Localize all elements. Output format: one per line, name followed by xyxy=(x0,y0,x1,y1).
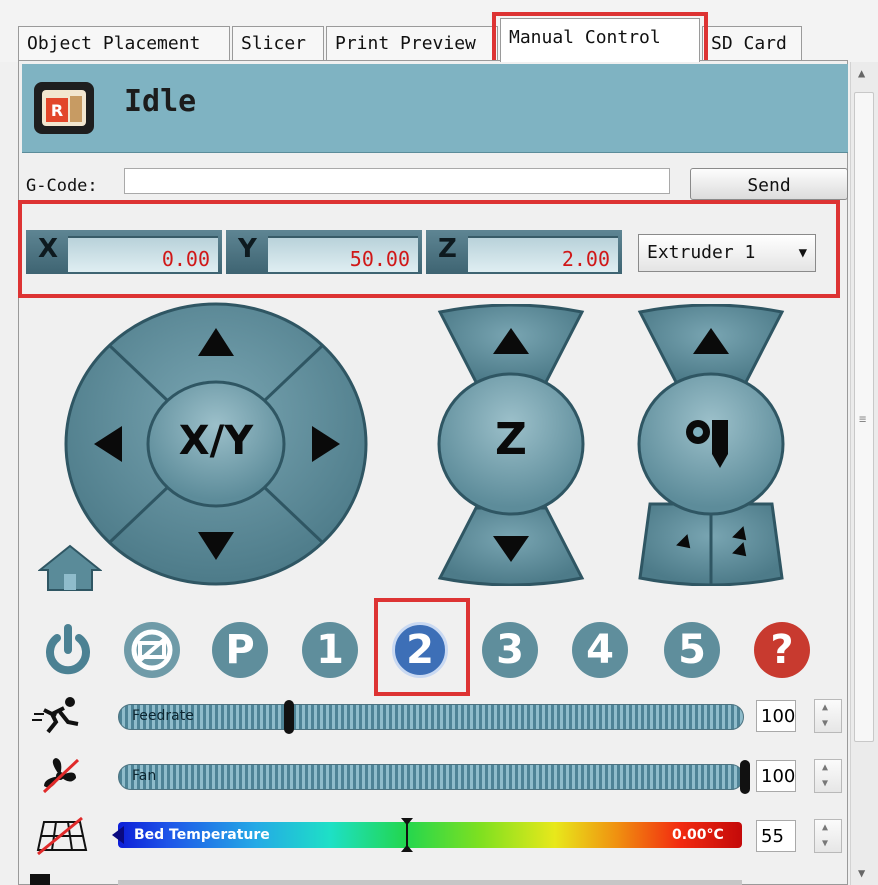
chevron-down-icon: ▼ xyxy=(798,245,807,261)
x-value: 0.00 xyxy=(68,236,218,272)
feedrate-value-input[interactable]: 100 xyxy=(756,700,796,732)
extruder-jog-control[interactable] xyxy=(636,304,786,586)
speed-2-button[interactable]: 2 xyxy=(392,622,448,678)
next-row-icon xyxy=(30,874,50,885)
fan-label: Fan xyxy=(132,768,157,784)
bed-temperature-icon xyxy=(30,816,90,856)
bed-temperature-label: Bed Temperature xyxy=(134,827,270,843)
send-button[interactable]: Send xyxy=(690,168,848,200)
svg-text:R: R xyxy=(51,101,63,120)
gcode-label: G-Code: xyxy=(26,176,98,196)
bed-temperature-spin-buttons[interactable]: ▲ ▼ xyxy=(814,819,842,853)
y-value: 50.00 xyxy=(268,236,418,272)
z-label: Z xyxy=(438,234,457,264)
z-label: Z xyxy=(495,414,527,465)
speed-5-button[interactable]: 5 xyxy=(664,622,720,678)
app-logo-icon: R xyxy=(32,80,96,136)
status-text: Idle xyxy=(124,84,197,119)
fan-spin-buttons[interactable]: ▲ ▼ xyxy=(814,759,842,793)
tab-print-preview[interactable]: Print Preview xyxy=(326,26,498,60)
x-label: X xyxy=(38,234,59,264)
speed-3-button[interactable]: 3 xyxy=(482,622,538,678)
scroll-grip-icon: ≡ xyxy=(859,412,867,426)
tab-slicer[interactable]: Slicer xyxy=(232,26,324,60)
tab-manual-control[interactable]: Manual Control xyxy=(500,18,700,62)
power-icon[interactable] xyxy=(40,622,96,678)
speed-4-button[interactable]: 4 xyxy=(572,622,628,678)
fan-slider-handle[interactable] xyxy=(740,760,750,794)
feedrate-icon xyxy=(30,696,90,736)
next-row-slider[interactable] xyxy=(118,880,742,885)
bed-arrow-icon xyxy=(112,826,124,844)
help-button[interactable]: ? xyxy=(754,622,810,678)
bed-temperature-value-input[interactable]: 55 xyxy=(756,820,796,852)
tab-sd-card[interactable]: SD Card xyxy=(702,26,802,60)
fan-slider[interactable] xyxy=(118,764,744,790)
y-label: Y xyxy=(238,234,257,264)
fan-icon xyxy=(30,756,90,796)
feedrate-slider[interactable] xyxy=(118,704,744,730)
feedrate-label: Feedrate xyxy=(132,708,194,724)
z-value: 2.00 xyxy=(468,236,618,272)
bed-temperature-slider-handle[interactable] xyxy=(401,818,414,852)
scroll-up-icon[interactable]: ▲ xyxy=(858,66,865,80)
feedrate-slider-handle[interactable] xyxy=(284,700,295,734)
bed-temperature-readout: 0.00°C xyxy=(672,827,724,843)
gcode-input[interactable] xyxy=(124,168,670,194)
extruder-selected-value: Extruder 1 xyxy=(647,242,756,263)
tab-object-placement[interactable]: Object Placement xyxy=(18,26,230,60)
feedrate-spin-buttons[interactable]: ▲ ▼ xyxy=(814,699,842,733)
xy-label: X/Y xyxy=(178,418,254,464)
motors-off-icon[interactable] xyxy=(124,622,180,678)
speed-1-button[interactable]: 1 xyxy=(302,622,358,678)
home-icon[interactable] xyxy=(38,544,102,592)
scroll-down-icon[interactable]: ▼ xyxy=(858,866,865,880)
extruder-select[interactable]: Extruder 1 ▼ xyxy=(638,234,816,272)
park-button[interactable]: P xyxy=(212,622,268,678)
fan-value-input[interactable]: 100 xyxy=(756,760,796,792)
